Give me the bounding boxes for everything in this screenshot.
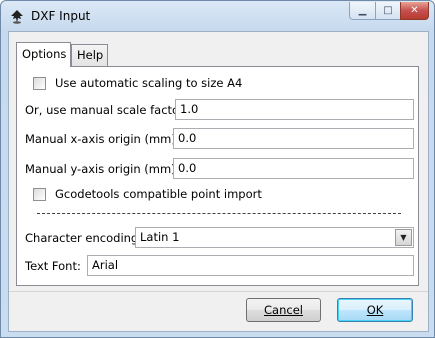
x-origin-label: Manual x-axis origin (mm): bbox=[25, 132, 180, 146]
window-title: DXF Input bbox=[31, 9, 91, 23]
dashed-separator bbox=[37, 213, 401, 214]
cancel-button[interactable]: Cancel bbox=[246, 298, 321, 322]
close-icon: ✕ bbox=[410, 5, 419, 16]
minimize-button[interactable]: ▁ bbox=[349, 2, 376, 20]
y-origin-label: Manual y-axis origin (mm): bbox=[25, 162, 180, 176]
cancel-button-label: Cancel bbox=[264, 303, 303, 317]
encoding-value: Latin 1 bbox=[140, 230, 180, 244]
tab-help[interactable]: Help bbox=[71, 44, 108, 66]
ok-button-label: OK bbox=[366, 303, 384, 317]
manual-scale-label: Or, use manual scale factor: bbox=[25, 103, 188, 117]
font-label: Text Font: bbox=[25, 259, 81, 273]
close-button[interactable]: ✕ bbox=[400, 2, 429, 20]
ok-button[interactable]: OK bbox=[337, 298, 413, 322]
dialog-window: DXF Input ▁ □ ✕ Options Help Use automat… bbox=[0, 0, 435, 338]
minimize-icon: ▁ bbox=[358, 5, 367, 16]
tab-options[interactable]: Options bbox=[16, 42, 71, 67]
maximize-icon: □ bbox=[383, 5, 393, 16]
gcodetools-label: Gcodetools compatible point import bbox=[55, 187, 262, 201]
button-separator bbox=[9, 291, 428, 292]
auto-scale-checkbox[interactable] bbox=[33, 77, 46, 90]
maximize-button[interactable]: □ bbox=[375, 2, 401, 20]
options-panel: Use automatic scaling to size A4 Or, use… bbox=[16, 66, 419, 286]
auto-scale-label: Use automatic scaling to size A4 bbox=[55, 76, 243, 90]
encoding-label: Character encoding: bbox=[25, 231, 143, 245]
inkscape-app-icon bbox=[11, 10, 23, 24]
encoding-select[interactable]: Latin 1 ▼ bbox=[135, 227, 414, 248]
manual-scale-input[interactable]: 1.0 bbox=[175, 99, 414, 120]
dialog-body: Options Help Use automatic scaling to si… bbox=[8, 31, 429, 332]
x-origin-input[interactable]: 0.0 bbox=[173, 128, 414, 149]
gcodetools-checkbox[interactable] bbox=[33, 188, 46, 201]
title-bar[interactable]: DXF Input ▁ □ ✕ bbox=[1, 1, 434, 31]
font-input[interactable]: Arial bbox=[87, 255, 414, 276]
y-origin-input[interactable]: 0.0 bbox=[173, 158, 414, 179]
dropdown-arrow-icon[interactable]: ▼ bbox=[395, 229, 412, 246]
